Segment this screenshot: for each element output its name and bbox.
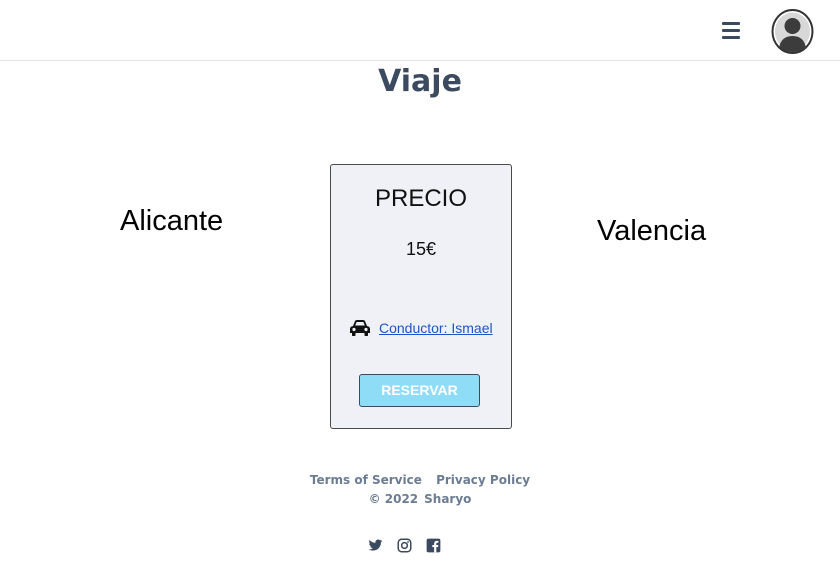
instagram-icon[interactable] (397, 538, 412, 553)
facebook-icon[interactable] (426, 538, 441, 553)
origin-city: Alicante (120, 205, 224, 237)
car-icon (350, 320, 370, 336)
copyright-year: © 2022 (368, 492, 419, 506)
privacy-link[interactable]: Privacy Policy (436, 473, 530, 487)
social-links (368, 538, 455, 553)
terms-link[interactable]: Terms of Service (310, 473, 422, 487)
brand-name: Sharyo (424, 492, 472, 506)
price-heading: PRECIO (374, 185, 467, 212)
price-card: PRECIO 15€ Conductor: Ismael RESERVAR (330, 164, 512, 429)
footer-links: Terms of Service Privacy Policy (0, 473, 840, 487)
driver-link[interactable]: Conductor: Ismael (379, 320, 493, 336)
top-navbar (0, 0, 840, 61)
driver-row: Conductor: Ismael (349, 319, 493, 337)
copyright: © 2022 Sharyo (0, 492, 840, 506)
page-title: Viaje (378, 64, 462, 99)
user-avatar-icon[interactable] (771, 9, 814, 54)
twitter-icon[interactable] (368, 538, 383, 553)
reserve-button[interactable]: RESERVAR (359, 374, 480, 407)
price-value: 15€ (405, 239, 437, 259)
destination-city: Valencia (597, 215, 707, 247)
hamburger-menu-icon[interactable] (722, 22, 742, 42)
